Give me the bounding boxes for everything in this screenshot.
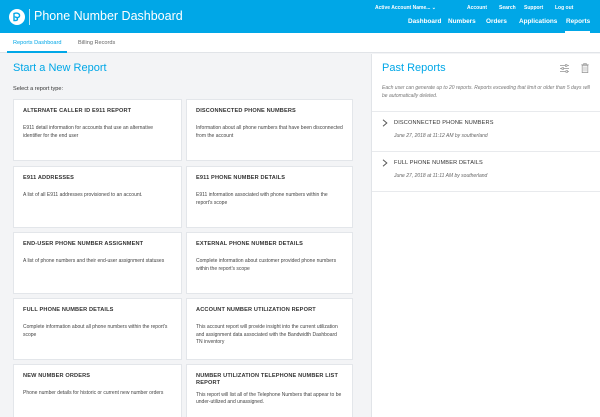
card-title: EXTERNAL PHONE NUMBER DETAILS <box>196 241 304 247</box>
past-report-meta: June 27, 2018 at 11:11 AM by southerland <box>394 173 488 179</box>
retention-note: Each user can generate up to 20 reports.… <box>382 85 590 99</box>
card-description: A list of phone numbers and their end-us… <box>23 258 165 265</box>
nav-orders[interactable]: Orders <box>486 18 507 25</box>
chevron-right-icon[interactable] <box>382 119 388 127</box>
card-title: NEW NUMBER ORDERS <box>23 373 91 379</box>
start-report-title: Start a New Report <box>13 62 107 74</box>
main-nav: Dashboard Numbers Orders Applications Re… <box>0 18 600 32</box>
past-report-item[interactable]: DISCONNECTED PHONE NUMBERS June 27, 2018… <box>372 112 600 152</box>
select-report-label: Select a report type: <box>13 86 64 92</box>
report-card-disconnected-numbers[interactable]: DISCONNECTED PHONE NUMBERS Information a… <box>186 99 353 161</box>
report-card-alternate-caller-id[interactable]: ALTERNATE CALLER ID E911 REPORT E911 det… <box>13 99 182 161</box>
card-description: This report will list all of the Telepho… <box>196 391 342 406</box>
nav-reports[interactable]: Reports <box>566 18 590 25</box>
report-card-e911-number-details[interactable]: E911 PHONE NUMBER DETAILS E911 informati… <box>186 166 353 228</box>
card-description: Complete information about customer prov… <box>196 258 337 272</box>
card-description: This account report will provide insight… <box>196 324 338 345</box>
tab-reports-dashboard[interactable]: Reports Dashboard <box>13 40 62 46</box>
report-card-full-number-details[interactable]: FULL PHONE NUMBER DETAILS Complete infor… <box>13 298 182 360</box>
report-card-end-user-assignment[interactable]: END-USER PHONE NUMBER ASSIGNMENT A list … <box>13 232 182 294</box>
card-description: Information about all phone numbers that… <box>196 125 343 139</box>
nav-dashboard[interactable]: Dashboard <box>408 18 441 25</box>
card-description: Phone number details for historic or cur… <box>23 390 164 397</box>
card-title: DISCONNECTED PHONE NUMBERS <box>196 108 296 114</box>
nav-numbers[interactable]: Numbers <box>448 18 476 25</box>
card-title: E911 ADDRESSES <box>23 175 75 181</box>
account-switcher[interactable]: Active Account Name... ⌄ <box>375 5 436 11</box>
past-report-item[interactable]: FULL PHONE NUMBER DETAILS June 27, 2018 … <box>372 152 600 192</box>
past-report-meta: June 27, 2018 at 11:12 AM by southerland <box>394 133 488 139</box>
account-link[interactable]: Account <box>467 5 487 11</box>
trash-icon[interactable] <box>581 63 589 73</box>
support-link[interactable]: Support <box>524 5 543 11</box>
card-description: Complete information about all phone num… <box>23 324 168 338</box>
past-reports-title: Past Reports <box>382 62 446 74</box>
card-description: A list of all E911 addresses provisioned… <box>23 192 143 199</box>
report-card-new-number-orders[interactable]: NEW NUMBER ORDERS Phone number details f… <box>13 364 182 417</box>
chevron-down-icon: ⌄ <box>431 5 436 11</box>
card-title: E911 PHONE NUMBER DETAILS <box>196 175 286 181</box>
card-title: FULL PHONE NUMBER DETAILS <box>23 307 114 313</box>
report-card-external-number-details[interactable]: EXTERNAL PHONE NUMBER DETAILS Complete i… <box>186 232 353 294</box>
report-card-account-utilization[interactable]: ACCOUNT NUMBER UTILIZATION REPORT This a… <box>186 298 353 360</box>
card-title: END-USER PHONE NUMBER ASSIGNMENT <box>23 241 144 247</box>
top-header: Phone Number Dashboard Active Account Na… <box>0 0 600 33</box>
logout-link[interactable]: Log out <box>555 5 573 11</box>
search-link[interactable]: Search <box>499 5 516 11</box>
past-report-title: FULL PHONE NUMBER DETAILS <box>394 160 483 166</box>
filter-sliders-icon[interactable] <box>560 64 569 73</box>
active-tab-underline <box>7 51 67 53</box>
past-reports-panel: Past Reports Each user can generate up t… <box>371 54 600 417</box>
chevron-right-icon[interactable] <box>382 159 388 167</box>
nav-applications[interactable]: Applications <box>519 18 557 25</box>
sub-tabs: Reports Dashboard Billing Records <box>0 33 600 53</box>
card-title: ALTERNATE CALLER ID E911 REPORT <box>23 108 132 114</box>
past-report-title: DISCONNECTED PHONE NUMBERS <box>394 120 494 126</box>
account-name: Active Account Name... <box>375 5 431 11</box>
report-card-number-utilization-list[interactable]: NUMBER UTILIZATION TELEPHONE NUMBER LIST… <box>186 364 353 417</box>
card-title: ACCOUNT NUMBER UTILIZATION REPORT <box>196 307 316 313</box>
card-description: E911 detail information for accounts tha… <box>23 125 153 139</box>
tab-billing-records[interactable]: Billing Records <box>78 40 115 46</box>
report-card-e911-addresses[interactable]: E911 ADDRESSES A list of all E911 addres… <box>13 166 182 228</box>
card-title: NUMBER UTILIZATION TELEPHONE NUMBER LIST… <box>196 373 339 387</box>
card-description: E911 information associated with phone n… <box>196 192 328 206</box>
utility-nav: Active Account Name... ⌄ Account Search … <box>327 5 587 15</box>
